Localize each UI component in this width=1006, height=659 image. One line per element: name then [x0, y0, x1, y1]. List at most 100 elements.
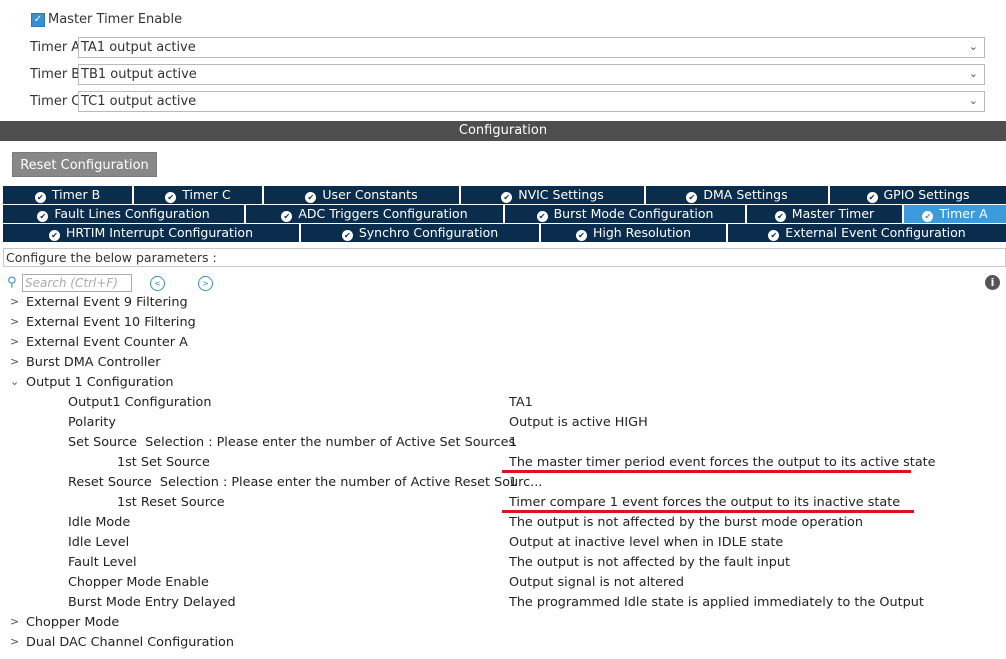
timer-a-select[interactable]: TA1 output active ⌄	[78, 37, 985, 58]
tab-label: User Constants	[322, 187, 418, 202]
timer-a-label: Timer A	[30, 40, 81, 55]
chevron-down-icon: ⌄	[10, 375, 20, 388]
tree-label: External Event 10 Filtering	[26, 315, 196, 330]
tab-gpio-settings[interactable]: ✔ GPIO Settings	[830, 186, 1006, 204]
search-icon: ⚲	[7, 275, 17, 290]
search-input[interactable]: Search (Ctrl+F)	[22, 274, 132, 292]
check-circle-icon: ✔	[575, 230, 587, 241]
tab-master-timer[interactable]: ✔ Master Timer	[747, 205, 904, 223]
param-name: Polarity	[68, 415, 116, 430]
param-value[interactable]: Output signal is not altered	[509, 575, 684, 590]
tab-high-resolution[interactable]: ✔ High Resolution	[541, 224, 728, 242]
master-timer-enable-checkbox[interactable]: ✓	[31, 13, 45, 27]
param-value[interactable]: The output is not affected by the fault …	[509, 555, 790, 570]
info-icon[interactable]: i	[985, 275, 1000, 290]
param-name: 1st Set Source	[117, 455, 210, 470]
timer-b-select[interactable]: TB1 output active ⌄	[78, 64, 985, 85]
tab-label: Timer B	[51, 187, 101, 202]
tab-user-constants[interactable]: ✔ User Constants	[264, 186, 461, 204]
tab-label: ADC Triggers Configuration	[298, 206, 468, 221]
tab-label: Timer C	[182, 187, 231, 202]
param-value[interactable]: Timer compare 1 event forces the output …	[509, 495, 900, 510]
param-value[interactable]: 1	[509, 475, 517, 490]
chevron-right-icon: >	[10, 635, 20, 648]
timer-c-value: TC1 output active	[81, 94, 197, 109]
tab-burst-mode-configuration[interactable]: ✔ Burst Mode Configuration	[505, 205, 747, 223]
chevron-right-icon: >	[10, 335, 20, 348]
param-name: Set Source Selection : Please enter the …	[68, 435, 516, 450]
tab-label: Fault Lines Configuration	[54, 206, 210, 221]
tab-label: DMA Settings	[703, 187, 788, 202]
check-circle-icon: ✔	[536, 211, 548, 222]
chevron-right-icon: >	[10, 355, 20, 368]
param-value[interactable]: TA1	[509, 395, 533, 410]
tab-external-event-configuration[interactable]: ✔ External Event Configuration	[728, 224, 1006, 242]
tree-label: Burst DMA Controller	[26, 355, 161, 370]
chevron-down-icon: ⌄	[968, 40, 978, 53]
tab-fault-lines-configuration[interactable]: ✔ Fault Lines Configuration	[3, 205, 246, 223]
chevron-down-icon: ⌄	[968, 67, 978, 80]
tree-label: External Event 9 Filtering	[26, 295, 188, 310]
check-circle-icon: ✔	[165, 192, 177, 203]
reset-configuration-button[interactable]: Reset Configuration	[12, 152, 157, 177]
chevron-right-icon: >	[10, 295, 20, 308]
check-circle-icon: ✔	[686, 192, 698, 203]
param-value[interactable]: Output is active HIGH	[509, 415, 648, 430]
timer-b-value: TB1 output active	[81, 67, 197, 82]
tree-label: Chopper Mode	[26, 615, 120, 630]
tab-timer-c[interactable]: ✔ Timer C	[134, 186, 264, 204]
check-circle-icon: ✔	[48, 230, 60, 241]
check-circle-icon: ✔	[34, 192, 46, 203]
check-circle-icon: ✔	[501, 192, 513, 203]
param-name: Idle Level	[68, 535, 130, 550]
check-circle-icon: ✔	[768, 230, 780, 241]
param-name: Output1 Configuration	[68, 395, 212, 410]
tab-label: NVIC Settings	[518, 187, 604, 202]
param-name: Idle Mode	[68, 515, 131, 530]
check-circle-icon: ✔	[281, 211, 293, 222]
check-circle-icon: ✔	[37, 211, 49, 222]
chevron-down-icon: ⌄	[968, 94, 978, 107]
check-circle-icon: ✔	[922, 211, 934, 222]
tree-label: Dual DAC Channel Configuration	[26, 635, 234, 650]
chevron-right-icon: >	[10, 315, 20, 328]
tab-nvic-settings[interactable]: ✔ NVIC Settings	[461, 186, 646, 204]
tree-label: External Event Counter A	[26, 335, 188, 350]
timer-c-label: Timer C	[30, 94, 81, 109]
tab-label: High Resolution	[592, 225, 692, 240]
tab-timer-b[interactable]: ✔ Timer B	[3, 186, 134, 204]
param-name: Reset Source Selection : Please enter th…	[68, 475, 543, 490]
tabs-row-2: ✔ Fault Lines Configuration ✔ ADC Triggers…	[3, 205, 1006, 223]
tab-label: Synchro Configuration	[358, 225, 499, 240]
tab-adc-triggers-configuration[interactable]: ✔ ADC Triggers Configuration	[246, 205, 505, 223]
timer-a-value: TA1 output active	[81, 40, 196, 55]
param-name: 1st Reset Source	[117, 495, 225, 510]
param-value[interactable]: The output is not affected by the burst …	[509, 515, 863, 530]
red-underline-annotation	[502, 470, 911, 473]
tree-label: Output 1 Configuration	[26, 375, 174, 390]
param-value[interactable]: Output at inactive level when in IDLE st…	[509, 535, 783, 550]
tab-hrtim-interrupt-configuration[interactable]: ✔ HRTIM Interrupt Configuration	[3, 224, 301, 242]
check-circle-icon: ✔	[305, 192, 317, 203]
previous-result-icon[interactable]: <	[150, 276, 165, 291]
tab-dma-settings[interactable]: ✔ DMA Settings	[646, 186, 830, 204]
param-name: Chopper Mode Enable	[68, 575, 209, 590]
tab-label: Master Timer	[791, 206, 875, 221]
param-value[interactable]: 1	[509, 435, 517, 450]
timer-c-select[interactable]: TC1 output active ⌄	[78, 91, 985, 112]
param-value[interactable]: The programmed Idle state is applied imm…	[509, 595, 924, 610]
param-value[interactable]: The master timer period event forces the…	[509, 455, 936, 470]
tab-timer-a[interactable]: ✔ Timer A	[904, 205, 1006, 223]
tab-label: External Event Configuration	[785, 225, 966, 240]
next-result-icon[interactable]: >	[198, 276, 213, 291]
master-timer-enable-label: Master Timer Enable	[48, 12, 183, 27]
timer-b-label: Timer B	[30, 67, 81, 82]
tab-label: GPIO Settings	[883, 187, 970, 202]
tab-synchro-configuration[interactable]: ✔ Synchro Configuration	[301, 224, 541, 242]
check-circle-icon: ✔	[774, 211, 786, 222]
tabs-row-1: ✔ Timer B ✔ Timer C ✔ User Constants ✔ NVIC …	[3, 186, 1006, 204]
tabs-row-3: ✔ HRTIM Interrupt Configuration ✔ Synchro …	[3, 224, 1006, 242]
red-underline-annotation	[502, 510, 914, 513]
configuration-header: Configuration	[0, 121, 1006, 141]
param-name: Burst Mode Entry Delayed	[68, 595, 236, 610]
